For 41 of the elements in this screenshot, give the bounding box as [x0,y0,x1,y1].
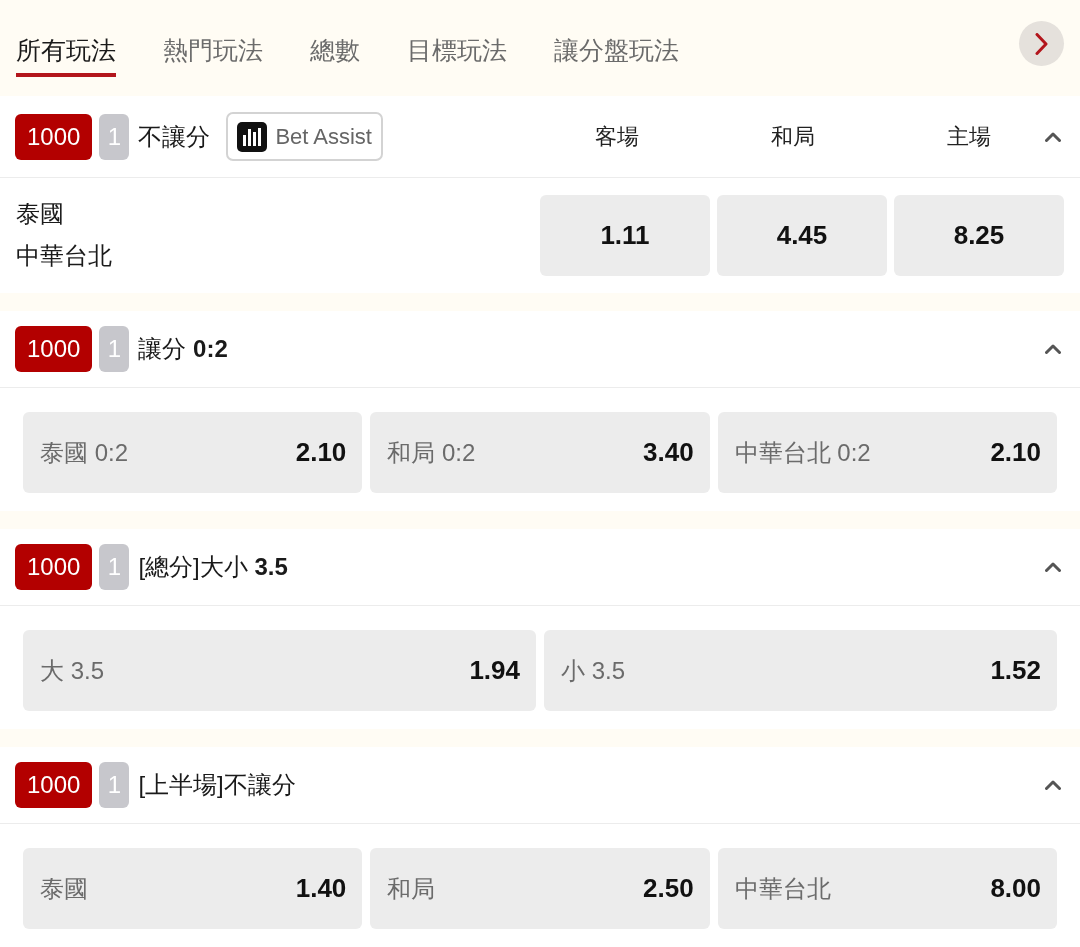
odds-button[interactable]: 中華台北 8.00 [717,848,1057,929]
odds-button[interactable]: 小 3.5 1.52 [544,630,1057,711]
market-title: 讓分 0:2 [138,334,228,364]
chevron-right-icon [1035,32,1048,55]
tab[interactable]: 熱門玩法 [163,35,263,77]
odds-button[interactable]: 中華台北 0:2 2.10 [717,412,1057,493]
tab[interactable]: 目標玩法 [407,35,507,77]
count-badge: 1 [99,762,130,808]
column-header: 和局 [770,122,816,151]
column-header: 客場 [594,122,640,151]
market-title: 不讓分 [138,121,211,152]
tab[interactable]: 所有玩法 [16,35,116,77]
bar-chart-icon [237,121,268,152]
odds-button[interactable]: 和局 2.50 [370,848,710,929]
team-name: 中華台北 [16,241,112,271]
odds-button[interactable]: 泰國 0:2 2.10 [23,412,363,493]
odds-button[interactable]: 和局 0:2 3.40 [370,412,710,493]
next-button[interactable] [1019,21,1064,66]
odds-button[interactable]: 1.11 [540,194,710,276]
count-badge: 1 [99,113,130,160]
tab[interactable]: 讓分盤玩法 [554,35,679,77]
team-name: 泰國 [16,199,64,229]
odds-button[interactable]: 4.45 [717,194,887,276]
code-badge: 1000 [15,544,93,590]
odds-button[interactable]: 泰國 1.40 [23,848,363,929]
chevron-up-icon[interactable] [1045,780,1061,790]
market-title: [總分]大小 3.5 [138,552,288,582]
chevron-up-icon[interactable] [1045,562,1061,572]
count-badge: 1 [99,544,130,590]
chevron-up-icon[interactable] [1045,344,1061,354]
column-header: 主場 [946,122,992,151]
odds-button[interactable]: 大 3.5 1.94 [23,630,536,711]
market-title: [上半場]不讓分 [138,770,296,800]
bet-assist-button[interactable]: Bet Assist [226,112,383,161]
count-badge: 1 [99,326,130,372]
code-badge: 1000 [15,326,93,372]
tab[interactable]: 總數 [310,35,360,77]
code-badge: 1000 [15,113,93,160]
odds-button[interactable]: 8.25 [894,194,1064,276]
code-badge: 1000 [15,762,93,808]
chevron-up-icon[interactable] [1045,131,1061,142]
